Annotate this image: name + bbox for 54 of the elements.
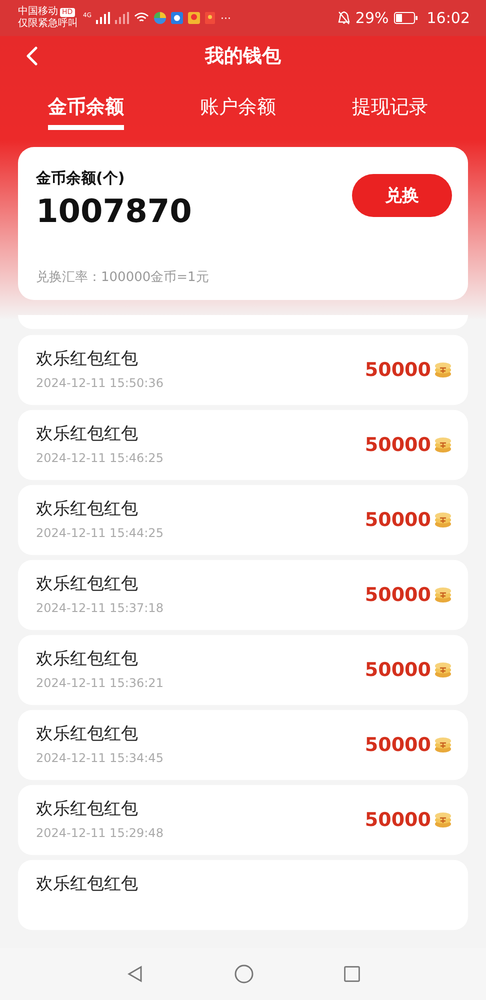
record-amount: 50000 (364, 509, 431, 531)
coin-stack-icon (434, 512, 452, 528)
record-title: 欢乐红包红包 (36, 498, 139, 520)
balance-label: 金币余额(个) (36, 169, 126, 188)
coin-stack-icon (434, 662, 452, 678)
wifi-icon (134, 12, 150, 24)
battery-icon (394, 12, 418, 24)
app-icon (171, 12, 184, 24)
coin-stack-icon (434, 812, 452, 828)
coin-stack-icon (434, 587, 452, 603)
record-time: 2024-12-11 15:46:25 (36, 451, 164, 465)
balance-value: 1007870 (36, 192, 192, 230)
record-amount: 50000 (364, 734, 431, 756)
coin-stack-icon (434, 437, 452, 453)
tab[interactable]: 账户余额 (200, 94, 276, 130)
recents-nav-icon[interactable] (343, 965, 362, 983)
record-amount: 50000 (364, 659, 431, 681)
more-indicator: ··· (220, 12, 231, 24)
battery-percent: 29% (355, 9, 389, 27)
tab[interactable]: 提现记录 (352, 94, 428, 130)
record-time: 2024-12-11 15:44:25 (36, 526, 164, 540)
record-amount: 50000 (364, 809, 431, 831)
record-title: 欢乐红包红包 (36, 873, 138, 895)
home-nav-icon[interactable] (234, 964, 254, 984)
coin-stack-icon (434, 362, 452, 378)
signal-icon (96, 12, 110, 24)
record-title: 欢乐红包红包 (36, 798, 139, 820)
record-title: 欢乐红包红包 (36, 648, 139, 670)
app-icon (205, 12, 216, 24)
record-title: 欢乐红包红包 (36, 348, 139, 370)
back-icon[interactable] (26, 46, 38, 66)
signal-icon (115, 12, 130, 24)
tab[interactable]: 金币余额 (48, 94, 124, 130)
record-title: 欢乐红包红包 (36, 723, 139, 745)
carrier-name: 中国移动 (18, 6, 58, 18)
app-icon (188, 12, 200, 24)
record-time: 2024-12-11 15:37:18 (36, 601, 164, 615)
record-time: 2024-12-11 15:36:21 (36, 676, 164, 690)
record-time: 2024-12-11 15:50:36 (36, 376, 164, 390)
record-time: 2024-12-11 15:29:48 (36, 826, 164, 840)
exchange-rate: 兑换汇率：100000金币=1元 (36, 269, 210, 286)
clock: 16:02 (426, 9, 470, 27)
coin-stack-icon (434, 737, 452, 753)
mute-icon (338, 11, 350, 25)
record-title: 欢乐红包红包 (36, 423, 139, 445)
page-title: 我的钱包 (205, 44, 281, 69)
record-title: 欢乐红包红包 (36, 573, 139, 595)
emergency-text: 仅限紧急呼叫 (18, 18, 78, 30)
record-amount: 50000 (364, 434, 431, 456)
app-icon (154, 12, 166, 24)
exchange-button[interactable]: 兑换 (352, 174, 452, 217)
record-amount: 50000 (364, 584, 431, 606)
record-amount: 50000 (364, 359, 431, 381)
record-time: 2024-12-11 15:34:45 (36, 751, 164, 765)
